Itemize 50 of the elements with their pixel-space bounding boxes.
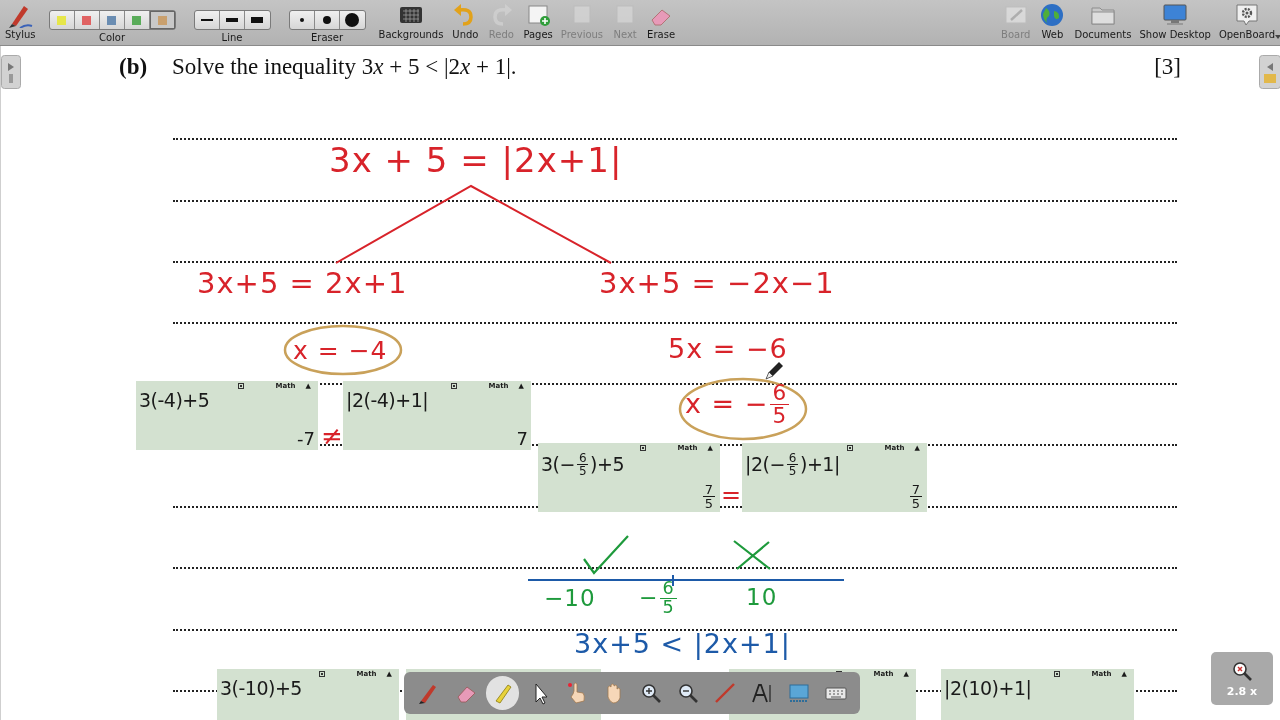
calculator-result: 7 5	[908, 483, 923, 510]
question-text: Solve the inequality 3x + 5 < |2x + 1|.	[172, 54, 518, 80]
handwritten-math: −10	[544, 586, 596, 612]
question-label: (b)	[119, 54, 149, 80]
capture-icon	[786, 681, 811, 705]
handwritten-math: =	[721, 482, 743, 509]
show-desktop-button[interactable]: Show Desktop	[1136, 0, 1214, 45]
zoom-level-label: 2.8 x	[1226, 684, 1258, 698]
backgrounds-button[interactable]: Backgrounds	[375, 0, 447, 45]
dot-icon	[322, 16, 331, 24]
check-mark-icon	[581, 533, 631, 577]
calculator-result: -7	[297, 430, 315, 448]
calculator-result: 7	[516, 430, 528, 448]
calculator-expression: |2(-4)+1|	[346, 390, 430, 411]
erase-button[interactable]: Erase	[644, 0, 679, 45]
calculator-expression: |2(10)+1|	[944, 678, 1033, 699]
handwritten-math: 5x = −6	[668, 334, 788, 364]
color-swatch[interactable]	[149, 11, 175, 29]
calculator-result: 7 5	[701, 483, 716, 510]
calculator-expression: 3(-4)+5	[139, 390, 211, 411]
calculator-expression: 3(-10)+5	[220, 678, 303, 699]
openboard-button[interactable]: OpenBoard	[1215, 0, 1278, 45]
documents-button[interactable]: Documents	[1071, 0, 1135, 45]
side-handle-icon[interactable]	[1, 55, 21, 89]
undo-button[interactable]: Undo	[448, 0, 483, 45]
marks-label: [3]	[1154, 54, 1181, 80]
pen-cursor-icon	[763, 360, 785, 382]
line-label: Line	[221, 32, 243, 44]
handwritten-math: 3x + 5 = |2x+1|	[329, 142, 623, 180]
stylus-button[interactable]: Stylus	[2, 0, 39, 45]
handwritten-math: 10	[746, 585, 778, 611]
eraser-label: Eraser	[311, 32, 344, 44]
side-handle-icon[interactable]	[1259, 55, 1280, 89]
handwritten-math: 3x+5 < |2x+1|	[574, 629, 791, 659]
pages-button[interactable]: Pages	[520, 0, 556, 45]
zoom-reset-icon	[1231, 659, 1253, 682]
handwritten-math: 3x+5 = 2x+1	[197, 268, 408, 300]
handwritten-math: ≠	[321, 422, 344, 451]
web-button[interactable]: Web	[1035, 0, 1070, 45]
line-width-icon	[249, 15, 265, 25]
line-width-icon	[223, 15, 240, 25]
dot-icon	[345, 13, 359, 27]
dot-icon	[299, 18, 304, 22]
color-label: Color	[98, 32, 126, 44]
monitor-icon	[1161, 2, 1190, 28]
caret-icon	[1275, 35, 1280, 39]
cross-mark-icon	[731, 538, 773, 572]
text-tool-icon	[749, 681, 774, 705]
handwritten-math: x = −4	[293, 337, 388, 365]
handwritten-math: 3x+5 = −2x−1	[599, 268, 835, 300]
